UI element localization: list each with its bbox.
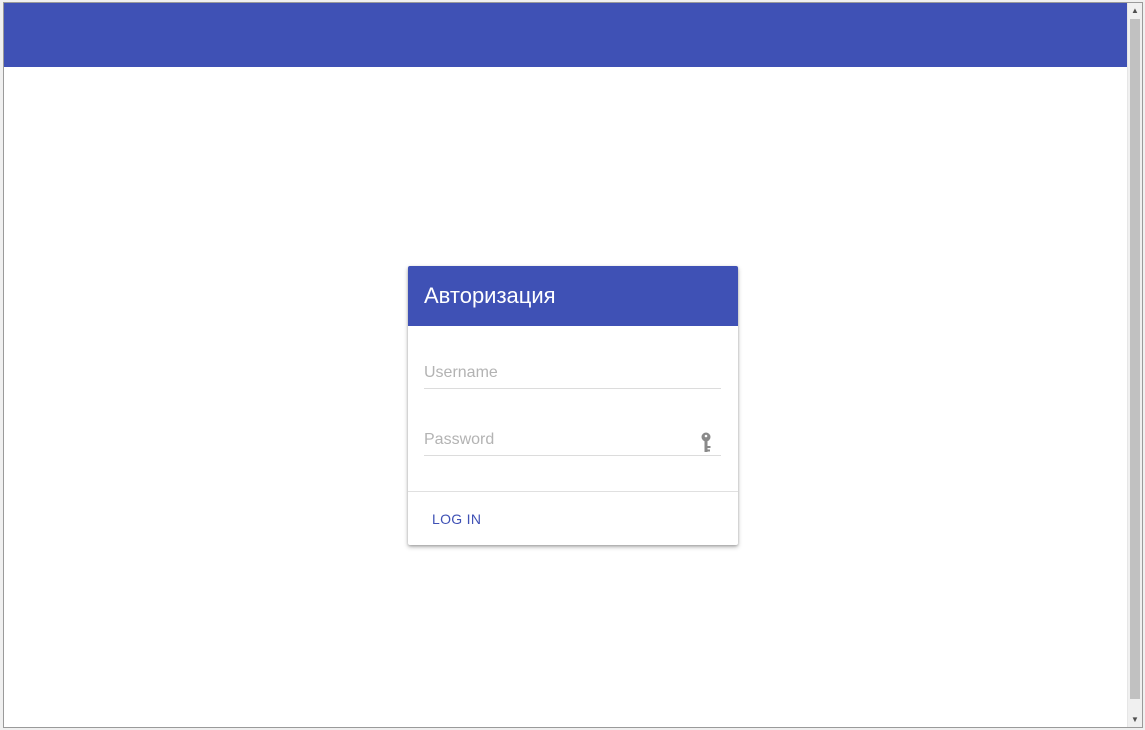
login-card: Авторизация LOG IN [408,266,738,545]
login-button[interactable]: LOG IN [424,505,489,533]
login-card-actions: LOG IN [408,492,738,545]
password-field-wrapper [424,426,721,456]
app-toolbar [4,3,1127,67]
browser-viewport: Авторизация LOG IN [3,2,1143,728]
username-input[interactable] [424,359,721,387]
vertical-scrollbar[interactable]: ▲ ▼ [1127,3,1142,727]
login-form [408,326,738,492]
scroll-down-arrow-icon[interactable]: ▼ [1128,712,1142,727]
key-icon [699,432,713,454]
scroll-up-arrow-icon[interactable]: ▲ [1128,3,1142,18]
login-card-header: Авторизация [408,266,738,326]
username-field-wrapper [424,359,721,389]
password-input[interactable] [424,426,721,454]
scrollbar-thumb[interactable] [1130,19,1140,699]
login-card-title: Авторизация [424,283,556,308]
